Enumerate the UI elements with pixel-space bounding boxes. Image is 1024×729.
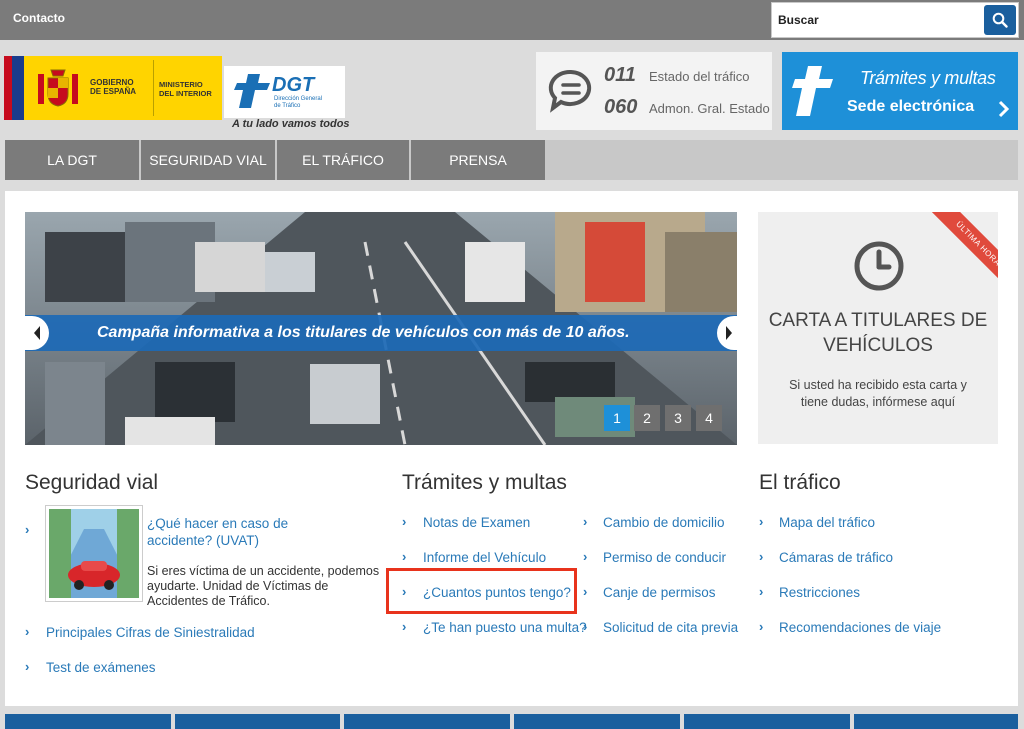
chevron-right-icon: › <box>759 584 764 599</box>
contact-link[interactable]: Contacto <box>13 11 65 25</box>
alert-title: CARTA A TITULARES DE VEHÍCULOS <box>768 310 988 356</box>
dgt-name: DGT <box>272 74 315 96</box>
search-box <box>771 2 1019 38</box>
highlight-box <box>386 568 577 614</box>
bottom-tabs <box>0 714 1024 729</box>
bottom-tab-1[interactable] <box>5 714 171 729</box>
phone-label-011: Estado del tráfico <box>649 69 750 84</box>
phone-number-011[interactable]: 011 <box>604 64 636 87</box>
link-cita-previa[interactable]: Solicitud de cita previa <box>603 620 738 635</box>
link-uvat[interactable]: ¿Qué hacer en caso de accidente? (UVAT) <box>147 515 347 549</box>
chevron-right-icon: › <box>583 584 588 599</box>
clock-icon <box>854 241 904 291</box>
search-button[interactable] <box>984 5 1016 35</box>
dgt-logo[interactable]: DGT Dirección General de Tráfico <box>224 66 345 118</box>
bottom-tab-6[interactable] <box>854 714 1018 729</box>
chevron-right-icon: › <box>402 549 407 564</box>
slider-caption[interactable]: Campaña informativa a los titulares de v… <box>25 315 737 351</box>
link-informe-vehiculo[interactable]: Informe del Vehículo <box>423 550 546 565</box>
gobierno-logo[interactable]: GOBIERNO DE ESPAÑA MINISTERIO DEL INTERI… <box>4 56 222 120</box>
chevron-right-icon <box>726 326 732 340</box>
link-canje-permisos[interactable]: Canje de permisos <box>603 585 716 600</box>
nav-item-la-dgt[interactable]: LA DGT <box>5 140 139 180</box>
search-input[interactable] <box>778 7 978 33</box>
section-title-trafico: El tráfico <box>759 471 841 494</box>
car-illustration-image <box>49 509 139 598</box>
chevron-right-icon: › <box>402 514 407 529</box>
chevron-right-icon: › <box>402 619 407 634</box>
section-title-seguridad-vial: Seguridad vial <box>25 471 159 494</box>
chevron-right-icon: › <box>25 522 30 537</box>
ultima-hora-ribbon: ÚLTIMA HORA <box>928 212 998 294</box>
link-cifras-siniestralidad[interactable]: Principales Cifras de Siniestralidad <box>46 625 255 640</box>
link-multa[interactable]: ¿Te han puesto una multa? <box>423 620 587 635</box>
chevron-right-icon: › <box>25 624 30 639</box>
phone-number-060[interactable]: 060 <box>604 96 637 119</box>
chevron-right-icon: › <box>759 619 764 634</box>
bottom-tab-5[interactable] <box>684 714 850 729</box>
nav-item-prensa[interactable]: PRENSA <box>411 140 545 180</box>
dgt-cross-icon <box>234 74 270 108</box>
slider-page-4[interactable]: 4 <box>696 405 722 431</box>
link-recomendaciones-viaje[interactable]: Recomendaciones de viaje <box>779 620 941 635</box>
search-icon <box>992 12 1008 28</box>
coat-of-arms-icon <box>38 69 78 107</box>
bottom-tab-3[interactable] <box>344 714 510 729</box>
link-camaras-trafico[interactable]: Cámaras de tráfico <box>779 550 893 565</box>
link-cambio-domicilio[interactable]: Cambio de domicilio <box>603 515 725 530</box>
section-title-tramites: Trámites y multas <box>402 471 567 494</box>
image-slider: Campaña informativa a los titulares de v… <box>25 212 737 445</box>
uvat-description: Si eres víctima de un accidente, podemos… <box>147 564 380 608</box>
alert-description: Si usted ha recibido esta carta y tiene … <box>789 378 967 409</box>
nav-item-el-trafico[interactable]: EL TRÁFICO <box>277 140 409 180</box>
link-test-examenes[interactable]: Test de exámenes <box>46 660 156 675</box>
phone-label-060: Admon. Gral. Estado <box>649 101 770 116</box>
link-permiso-conducir[interactable]: Permiso de conducir <box>603 550 726 565</box>
chevron-right-icon <box>998 100 1010 118</box>
uvat-thumbnail[interactable] <box>45 505 143 602</box>
chevron-right-icon: › <box>759 514 764 529</box>
bottom-tab-2[interactable] <box>175 714 340 729</box>
chevron-right-icon: › <box>25 659 30 674</box>
chevron-right-icon: › <box>583 549 588 564</box>
phone-info-box: 011 Estado del tráfico 060 Admon. Gral. … <box>536 52 772 130</box>
chevron-right-icon: › <box>583 619 588 634</box>
chevron-left-icon <box>34 326 40 340</box>
slider-page-3[interactable]: 3 <box>665 405 691 431</box>
slogan: A tu lado vamos todos <box>232 118 350 130</box>
chevron-right-icon: › <box>759 549 764 564</box>
main-content: Campaña informativa a los titulares de v… <box>5 191 1018 706</box>
chevron-right-icon: › <box>583 514 588 529</box>
chat-bubble-icon <box>548 69 592 113</box>
dgt-cross-icon <box>792 66 833 116</box>
top-bar: Contacto <box>0 0 1024 40</box>
bottom-tab-4[interactable] <box>514 714 680 729</box>
slider-page-2[interactable]: 2 <box>634 405 660 431</box>
link-notas-examen[interactable]: Notas de Examen <box>423 515 530 530</box>
slider-page-1[interactable]: 1 <box>604 405 630 431</box>
link-restricciones[interactable]: Restricciones <box>779 585 860 600</box>
sede-electronica-button[interactable]: Trámites y multas Sede electrónica <box>782 52 1018 130</box>
carta-titulares-box[interactable]: ÚLTIMA HORA CARTA A TITULARES DE VEHÍCUL… <box>758 212 998 444</box>
main-nav: LA DGT SEGURIDAD VIAL EL TRÁFICO PRENSA <box>5 140 1018 180</box>
link-mapa-trafico[interactable]: Mapa del tráfico <box>779 515 875 530</box>
nav-item-seguridad-vial[interactable]: SEGURIDAD VIAL <box>141 140 275 180</box>
